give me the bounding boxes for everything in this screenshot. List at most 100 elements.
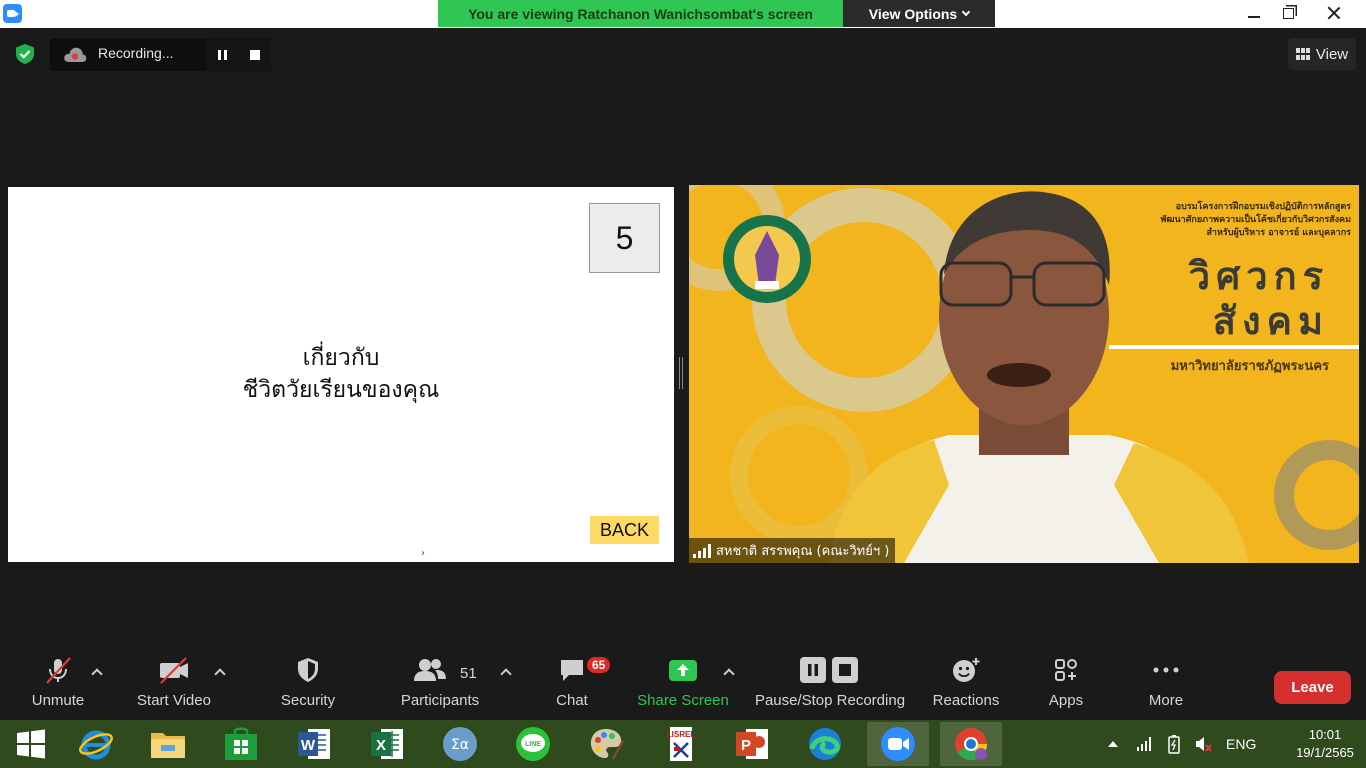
more-dots-icon — [1153, 667, 1179, 673]
view-options-label: View Options — [868, 5, 958, 22]
apps-label: Apps — [1048, 692, 1084, 709]
slide-heading-line-2: ชีวิตวัยเรียนของคุณ — [242, 377, 440, 403]
encryption-shield-icon[interactable] — [14, 43, 36, 65]
taskbar-line[interactable]: LINE — [502, 722, 564, 766]
pause-recording-button[interactable] — [206, 38, 239, 71]
slide-back-button[interactable]: BACK — [590, 516, 659, 544]
reactions-label: Reactions — [932, 692, 1000, 709]
security-button[interactable]: Security — [276, 648, 340, 720]
background-university-name: มหาวิทยาลัยราชภัฏพระนคร — [1170, 359, 1329, 374]
taskbar-clock[interactable]: 10:01 19/1/2565 — [1285, 726, 1365, 762]
participants-count: 51 — [460, 665, 477, 682]
taskbar-powerpoint[interactable]: P — [721, 722, 783, 766]
more-button[interactable]: More — [1140, 648, 1192, 720]
start-video-label: Start Video — [137, 692, 211, 709]
view-options-button[interactable]: View Options — [843, 0, 995, 27]
participants-icon — [414, 659, 446, 681]
security-label: Security — [280, 692, 336, 709]
reactions-button[interactable]: Reactions — [930, 648, 1002, 720]
audio-options-caret[interactable] — [91, 668, 103, 680]
chat-label: Chat — [556, 692, 588, 709]
taskbar-edge[interactable] — [794, 722, 856, 766]
taskbar-file-explorer[interactable] — [137, 722, 199, 766]
panel-resize-handle[interactable] — [679, 357, 683, 389]
participant-name: สหชาติ สรรพคุณ (คณะวิทย์ฯ ) — [716, 544, 890, 559]
stop-recording-button[interactable] — [239, 38, 271, 71]
windows-taskbar: W X Σα LINE LISREL P ENG 10:01 19/1/2565 — [0, 720, 1366, 768]
taskbar-word[interactable]: W — [283, 722, 345, 766]
windows-start-button[interactable] — [0, 722, 62, 766]
zoom-app-icon — [881, 727, 915, 761]
internet-explorer-icon — [79, 730, 113, 760]
taskbar-excel[interactable]: X — [356, 722, 418, 766]
show-hidden-icons-icon[interactable] — [1108, 741, 1118, 747]
viewing-screen-text: You are viewing Ratchanon Wanichsombat's… — [468, 5, 813, 22]
math-input-icon: Σα — [443, 727, 477, 761]
paint-palette-icon — [590, 729, 625, 760]
taskbar-lisrel[interactable]: LISREL — [648, 722, 710, 766]
participants-options-caret[interactable] — [500, 668, 512, 680]
system-tray: ENG — [1108, 720, 1256, 768]
svg-text:LISREL: LISREL — [667, 730, 696, 739]
share-screen-arrow-icon — [669, 660, 697, 681]
taskbar-chrome[interactable] — [940, 722, 1002, 766]
signal-strength-icon — [693, 543, 711, 558]
pause-stop-recording-label: Pause/Stop Recording — [754, 692, 906, 709]
chat-bubble-icon — [561, 660, 583, 681]
title-bar: You are viewing Ratchanon Wanichsombat's… — [0, 0, 1366, 28]
taskbar-internet-explorer[interactable] — [65, 722, 127, 766]
zoom-logo-icon — [3, 4, 22, 23]
excel-icon: X — [371, 729, 403, 759]
microsoft-store-icon — [225, 727, 257, 760]
video-camera-off-icon — [160, 657, 188, 684]
grid-view-icon — [1295, 48, 1310, 60]
chevron-down-icon — [961, 7, 971, 16]
taskbar-microsoft-store[interactable] — [210, 722, 272, 766]
share-screen-button[interactable]: Share Screen — [636, 648, 730, 720]
input-language[interactable]: ENG — [1226, 736, 1256, 752]
view-layout-button[interactable]: View — [1288, 38, 1356, 70]
pause-stop-recording-button[interactable]: Pause/Stop Recording — [752, 648, 908, 720]
svg-text:P: P — [741, 737, 751, 754]
university-seal-icon — [723, 215, 811, 303]
chat-unread-badge: 65 — [587, 657, 611, 673]
start-video-button[interactable]: Start Video — [130, 648, 218, 720]
participants-button[interactable]: 51 Participants — [396, 648, 484, 720]
taskbar-zoom[interactable] — [867, 722, 929, 766]
microphone-muted-icon — [46, 657, 71, 684]
taskbar-math-input-panel[interactable]: Σα — [429, 722, 491, 766]
clock-time: 10:01 — [1308, 727, 1342, 742]
pause-stop-recording-icon — [800, 657, 858, 683]
close-icon — [1327, 6, 1341, 20]
network-signal-icon[interactable] — [1136, 736, 1152, 752]
reactions-smiley-icon — [953, 658, 980, 682]
more-label: More — [1148, 692, 1184, 709]
file-explorer-icon — [151, 733, 185, 758]
chat-button[interactable]: 65 Chat — [547, 648, 611, 720]
powerpoint-icon: P — [736, 729, 768, 759]
meeting-toolbar: Unmute Start Video Security 51 Participa… — [0, 648, 1366, 720]
minimize-button[interactable] — [1236, 0, 1272, 26]
background-title-line-2: สังคม — [1212, 299, 1329, 343]
background-heading-line-3: สำหรับผู้บริหาร อาจารย์ และบุคลากร — [1206, 228, 1351, 238]
maximize-icon — [1282, 7, 1294, 19]
taskbar-paint[interactable] — [575, 722, 637, 766]
background-heading-line-2: พัฒนาศักยภาพความเป็นโค้ชเกี่ยวกับวิศวกรส… — [1160, 215, 1351, 225]
line-messenger-icon: LINE — [516, 727, 550, 761]
minimize-icon — [1248, 16, 1260, 18]
edge-browser-icon — [809, 728, 841, 760]
apps-icon — [1055, 659, 1077, 681]
battery-charging-icon[interactable] — [1166, 734, 1182, 754]
zoom-meeting-window: You are viewing Ratchanon Wanichsombat's… — [0, 0, 1366, 768]
apps-button[interactable]: Apps — [1040, 648, 1092, 720]
lisrel-icon: LISREL — [667, 727, 696, 761]
chrome-browser-icon — [955, 728, 988, 761]
volume-muted-icon[interactable] — [1194, 735, 1212, 753]
shared-screen-slide: 5 เกี่ยวกับ ชีวิตวัยเรียนของคุณ BACK › — [8, 187, 674, 562]
participant-name-tag: สหชาติ สรรพคุณ (คณะวิทย์ฯ ) — [689, 538, 896, 563]
unmute-button[interactable]: Unmute — [24, 648, 92, 720]
participant-video[interactable]: อบรมโครงการฝึกอบรมเชิงปฏิบัติการหลักสูตร… — [689, 185, 1359, 563]
close-window-button[interactable] — [1316, 0, 1352, 26]
leave-meeting-button[interactable]: Leave — [1274, 671, 1351, 704]
maximize-button[interactable] — [1270, 0, 1306, 26]
